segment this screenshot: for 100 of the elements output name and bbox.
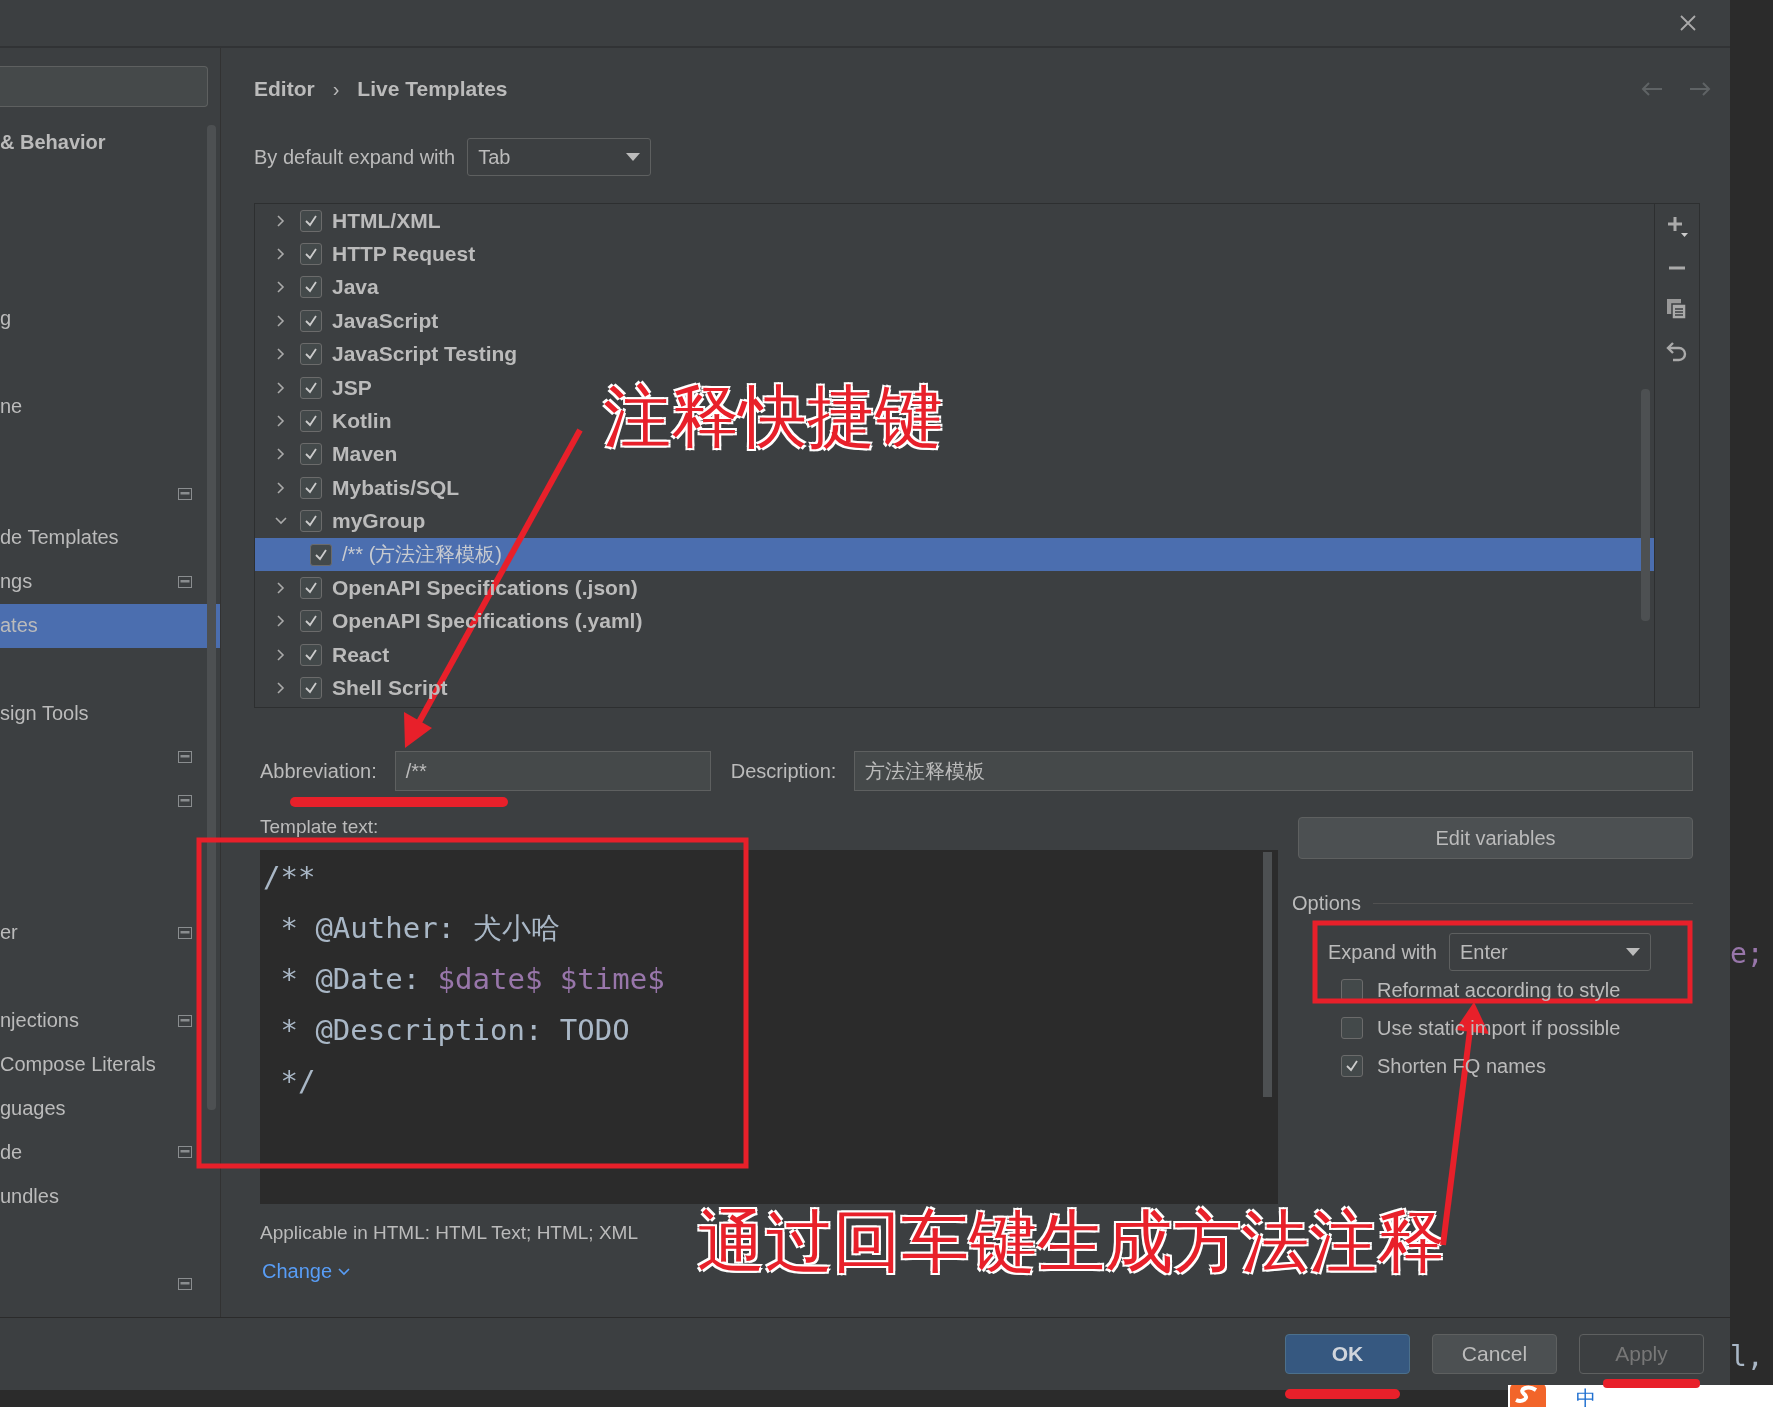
sidebar-label: ngs (0, 570, 33, 594)
edit-variables-button[interactable]: Edit variables (1298, 817, 1693, 859)
sidebar-item[interactable]: er (0, 911, 220, 955)
checkbox[interactable] (300, 309, 322, 332)
code-fragment: e; (1730, 937, 1764, 970)
caret-icon (626, 153, 641, 161)
sidebar-label: njections (0, 1009, 79, 1033)
breadcrumb-item[interactable]: Live Templates (357, 77, 508, 101)
checkbox[interactable] (300, 610, 322, 633)
tree-row[interactable]: myGroup (255, 504, 426, 538)
sidebar-item[interactable]: undles (0, 1174, 220, 1219)
sidebar-item[interactable]: & Behavior (0, 121, 220, 165)
tree-label: React (332, 642, 390, 667)
sidebar-item[interactable]: sign Tools (0, 691, 220, 736)
copy-icon[interactable] (1666, 298, 1688, 320)
checkbox[interactable] (300, 643, 322, 666)
code-line: * @Auther: 犬小哈 (279, 910, 561, 947)
expand-label: By default expand with (254, 145, 456, 169)
sidebar-item[interactable]: ngs (0, 559, 220, 604)
tree-row[interactable]: Kotlin (255, 404, 392, 438)
description-field[interactable]: 方法注释模板 (854, 751, 1693, 791)
search-field[interactable] (0, 66, 208, 107)
sidebar-label: Compose Literals (0, 1053, 156, 1077)
sidebar-label: de Templates (0, 526, 119, 550)
scrollbar[interactable] (207, 125, 216, 1110)
tree-row[interactable]: /** (方法注释模板) (255, 537, 1654, 572)
expand-dropdown[interactable]: Tab (467, 138, 652, 176)
abbreviation-label: Abbreviation: (260, 759, 377, 783)
sidebar-item[interactable]: njections (0, 998, 220, 1043)
checkbox[interactable] (300, 577, 322, 599)
checkbox[interactable] (300, 510, 322, 533)
checkbox[interactable] (1341, 1017, 1363, 1039)
add-icon[interactable] (1665, 214, 1689, 238)
checkbox[interactable] (300, 476, 322, 499)
dialog-button[interactable]: OK (1285, 1334, 1410, 1374)
description-label: Description: (730, 759, 837, 783)
sidebar-label: sign Tools (0, 702, 89, 725)
checkbox[interactable] (300, 677, 322, 700)
close-icon[interactable] (1678, 13, 1698, 33)
caret-icon (1625, 948, 1640, 956)
code-line: * @Description: TODO (279, 1012, 631, 1049)
template-text-label: Template text: (260, 815, 380, 839)
check-icon (1344, 1058, 1360, 1074)
options-title: Options (1292, 892, 1361, 915)
tree-label: Java (332, 275, 379, 300)
sidebar-label: ates (0, 614, 38, 638)
tree-label: HTTP Request (332, 242, 476, 267)
checkbox[interactable] (300, 276, 322, 299)
checkbox[interactable] (300, 376, 322, 399)
checkbox[interactable] (1341, 1055, 1363, 1077)
code-line: */ (279, 1063, 317, 1100)
template-editor[interactable]: /** * @Auther: 犬小哈 * @Date: $date$ $time$ * @Description: TODO */ (260, 850, 1278, 1204)
tree-row[interactable]: JSP (255, 370, 372, 405)
abbreviation-field[interactable]: /** (394, 751, 711, 791)
scrollbar[interactable] (1263, 852, 1272, 1097)
tree-row[interactable]: Java (255, 270, 379, 305)
sidebar-label: undles (0, 1184, 59, 1208)
checkbox[interactable] (1341, 979, 1363, 1001)
tree-row[interactable]: Maven (255, 437, 398, 472)
sidebar-item[interactable]: de (0, 1130, 220, 1175)
checkbox[interactable] (300, 410, 322, 433)
sidebar-label: guages (0, 1097, 66, 1121)
sidebar-item[interactable]: g (0, 296, 220, 341)
change-link[interactable]: Change (254, 1260, 351, 1283)
checkbox[interactable] (300, 209, 322, 232)
expand-with-dropdown[interactable]: Enter (1448, 933, 1651, 971)
tree-label: myGroup (332, 509, 426, 534)
tree-label: HTML/XML (332, 208, 441, 233)
breadcrumb-item[interactable]: Editor (254, 77, 315, 101)
tree-row[interactable]: React (255, 638, 390, 672)
tree-row[interactable]: JavaScript (255, 304, 439, 338)
sidebar-label: de (0, 1140, 23, 1164)
sidebar-item[interactable]: de Templates (0, 516, 220, 560)
checkbox-label: Reformat according to style (1377, 978, 1621, 1002)
code-line: /** (262, 859, 317, 896)
checkbox[interactable] (310, 543, 332, 566)
tree-label: JSP (332, 375, 372, 400)
sidebar-label: & Behavior (0, 131, 106, 155)
dialog-button[interactable]: Cancel (1432, 1334, 1557, 1374)
code-fragment: l, (1730, 1340, 1764, 1373)
checkbox[interactable] (300, 443, 322, 466)
expand-with-label: Expand with (1328, 940, 1437, 964)
undo-icon[interactable] (1666, 340, 1688, 362)
tree-row[interactable]: HTML/XML (255, 204, 441, 238)
tree-label: Mybatis/SQL (332, 475, 460, 500)
sidebar-label: g (0, 307, 12, 330)
checkbox[interactable] (300, 243, 322, 266)
sidebar-item[interactable]: Compose Literals (0, 1042, 220, 1087)
tree-row[interactable]: Mybatis/SQL (255, 471, 460, 505)
sidebar-item[interactable]: guages (0, 1086, 220, 1131)
tree-row[interactable]: JavaScript Testing (255, 337, 518, 371)
applicable-contexts-text: Applicable in HTML: HTML Text; HTML; XML (259, 1222, 639, 1245)
tree-label: Kotlin (332, 409, 392, 434)
ime-mode-label[interactable]: 中 (1576, 1385, 1596, 1407)
checkbox[interactable] (300, 343, 322, 366)
scrollbar[interactable] (1641, 389, 1650, 621)
sidebar-item[interactable]: ne (0, 384, 220, 429)
tree-label: /** (方法注释模板) (342, 542, 502, 568)
tree-row[interactable]: HTTP Request (255, 237, 476, 271)
tree-label: JavaScript (332, 308, 439, 333)
